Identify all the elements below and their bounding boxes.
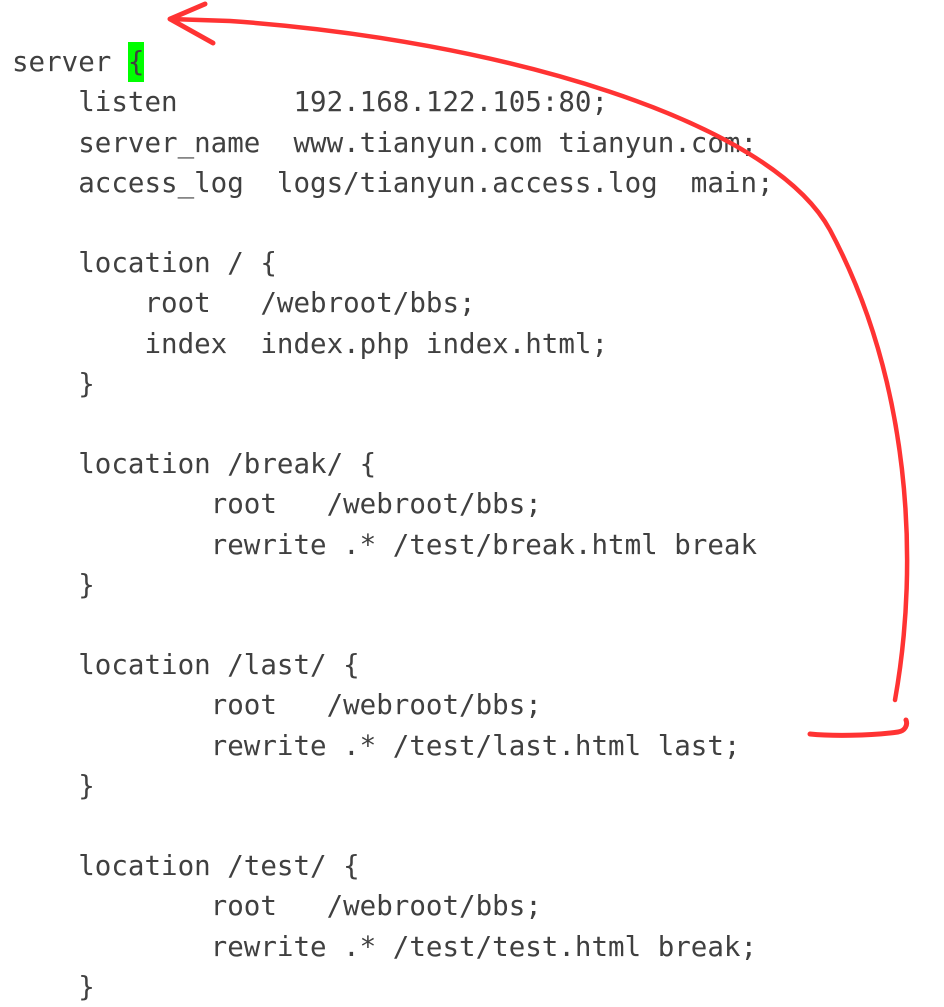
nginx-config-code: server { listen 192.168.122.105:80; serv… <box>0 0 774 1007</box>
code-line-21: location /test/ { <box>12 850 360 882</box>
code-line-7: root /webroot/bbs; <box>12 287 476 319</box>
code-line-8: index index.php index.html; <box>12 328 608 360</box>
code-line-14: } <box>12 569 95 601</box>
code-line-18: rewrite .* /test/last.html last; <box>12 730 740 762</box>
code-line-2: listen 192.168.122.105:80; <box>12 86 608 118</box>
code-line-3: server_name www.tianyun.com tianyun.com; <box>12 127 757 159</box>
code-line-1-pre: server <box>12 46 128 78</box>
code-line-13: rewrite .* /test/break.html break <box>12 529 757 561</box>
cursor-highlight: { <box>128 42 145 82</box>
code-line-9: } <box>12 368 95 400</box>
code-line-12: root /webroot/bbs; <box>12 488 542 520</box>
code-line-24: } <box>12 971 95 1003</box>
code-line-4: access_log logs/tianyun.access.log main; <box>12 167 774 199</box>
code-line-16: location /last/ { <box>12 649 360 681</box>
code-line-6: location / { <box>12 247 277 279</box>
underline-last <box>810 720 907 735</box>
code-line-11: location /break/ { <box>12 448 376 480</box>
code-line-22: root /webroot/bbs; <box>12 890 542 922</box>
code-line-17: root /webroot/bbs; <box>12 689 542 721</box>
code-line-19: } <box>12 770 95 802</box>
code-line-23: rewrite .* /test/test.html break; <box>12 931 757 963</box>
